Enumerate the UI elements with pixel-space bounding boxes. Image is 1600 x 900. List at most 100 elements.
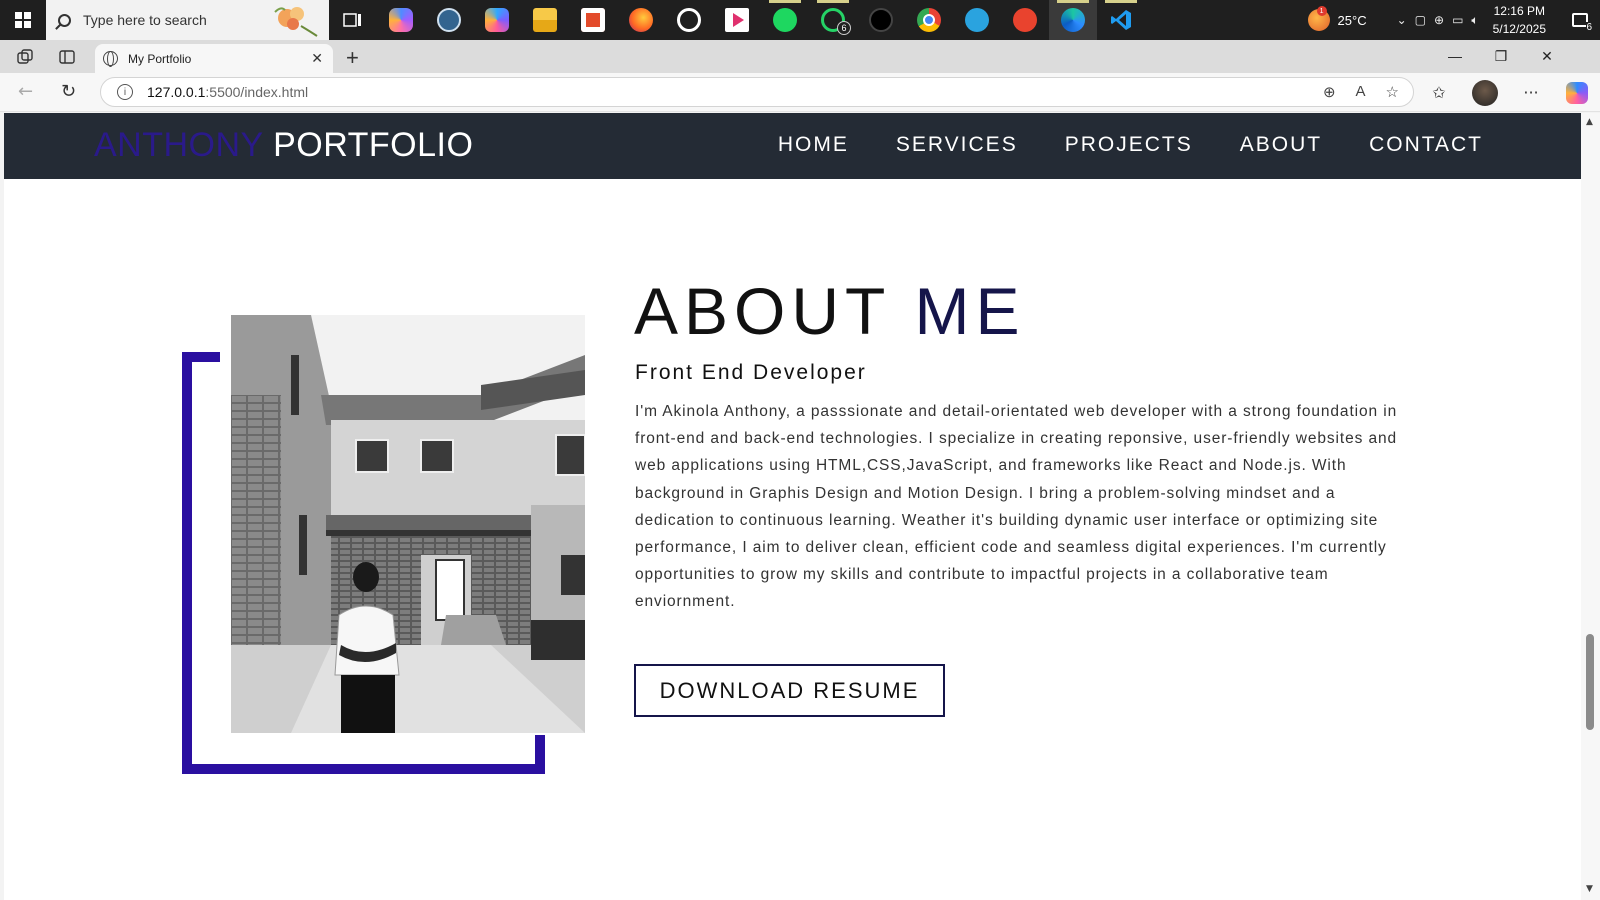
volume-icon[interactable]: 🔈︎ — [1471, 13, 1478, 28]
weather-icon: 1 — [1307, 6, 1330, 31]
taskbar-edge-app[interactable] — [1049, 0, 1097, 40]
clock-time: 12:16 PM — [1493, 4, 1545, 18]
device-icon[interactable]: ▢ — [1415, 13, 1426, 27]
globe-icon — [103, 51, 118, 67]
vscode-icon — [1111, 10, 1131, 30]
url-host: 127.0.0.1 — [147, 84, 206, 100]
refresh-icon[interactable]: ↻ — [61, 81, 76, 102]
browser-tab-active[interactable]: My Portfolio ✕ — [95, 44, 333, 73]
taskbar-whatsapp-app[interactable]: 6 — [809, 0, 857, 40]
new-tab-button[interactable]: + — [346, 45, 359, 71]
tab-actions-icon — [59, 50, 75, 64]
workspaces-button[interactable] — [14, 46, 36, 68]
page-scrollbar[interactable]: ▲ ▼ — [1581, 113, 1600, 900]
taskbar-m365-app[interactable] — [473, 0, 521, 40]
copilot-app-icon — [389, 8, 413, 32]
windows-taskbar: Type here to search 6 1 25°C ⌄ ▢ ⊕ ▭ 🔈︎ … — [0, 0, 1600, 40]
nav-about[interactable]: ABOUT — [1240, 133, 1322, 157]
search-highlight-flowers-icon — [274, 7, 318, 37]
telegram-icon — [965, 8, 989, 32]
logo-second-word: PORTFOLIO — [273, 126, 474, 164]
chevron-up-icon[interactable]: ⌄ — [1397, 13, 1407, 27]
scrollbar-thumb[interactable] — [1586, 634, 1594, 730]
address-bar[interactable]: i 127.0.0.1:5500/index.html ⊕ A ☆ — [100, 77, 1414, 107]
read-aloud-icon[interactable]: A — [1356, 83, 1366, 101]
search-icon — [58, 13, 71, 27]
language-globe-icon[interactable]: ⊕ — [1434, 13, 1444, 27]
url-path: :5500/index.html — [205, 84, 309, 100]
whatsapp-badge: 6 — [837, 21, 851, 35]
scroll-down-arrow-icon[interactable]: ▼ — [1586, 884, 1593, 894]
media-player-icon — [725, 8, 749, 32]
close-window-button[interactable]: ✕ — [1524, 42, 1570, 70]
weather-temperature: 25°C — [1337, 12, 1367, 28]
about-subtitle: Front End Developer — [635, 361, 867, 384]
app-running-indicator — [1105, 0, 1137, 3]
nav-home[interactable]: HOME — [778, 133, 849, 157]
tab-close-icon[interactable]: ✕ — [311, 50, 323, 67]
postgres-icon — [437, 8, 461, 32]
battery-icon[interactable]: ▭ — [1452, 13, 1463, 27]
about-title: ABOUT ME — [634, 273, 1026, 349]
chatgpt-icon — [677, 8, 701, 32]
site-info-icon[interactable]: i — [117, 84, 133, 100]
clock-date: 5/12/2025 — [1492, 22, 1546, 36]
taskbar-spotify-app[interactable] — [761, 0, 809, 40]
app-running-indicator — [1057, 0, 1089, 3]
scroll-up-arrow-icon[interactable]: ▲ — [1586, 117, 1593, 127]
vertical-tabs-button[interactable] — [56, 46, 78, 68]
taskbar-telegram-app[interactable] — [953, 0, 1001, 40]
download-resume-button[interactable]: DOWNLOAD RESUME — [634, 664, 945, 717]
taskbar-chatgpt-app[interactable] — [665, 0, 713, 40]
more-menu-icon[interactable]: ··· — [1508, 83, 1554, 102]
weather-badge: 1 — [1316, 6, 1327, 16]
taskbar-vscode-app[interactable] — [1097, 0, 1145, 40]
nav-contact[interactable]: CONTACT — [1369, 133, 1483, 157]
taskbar-postgres-app[interactable] — [425, 0, 473, 40]
file-explorer-icon — [533, 8, 557, 32]
site-nav-menu: HOME SERVICES PROJECTS ABOUT CONTACT — [778, 133, 1483, 157]
m365-icon — [485, 8, 509, 32]
nav-projects[interactable]: PROJECTS — [1065, 133, 1193, 157]
chrome-icon — [917, 8, 941, 32]
taskbar-chrome-app[interactable] — [905, 0, 953, 40]
system-tray: ⌄ ▢ ⊕ ▭ 🔈︎ — [1397, 13, 1479, 28]
app-running-indicator — [769, 0, 801, 3]
weather-widget[interactable]: 1 25°C — [1307, 6, 1367, 31]
tab-title: My Portfolio — [128, 51, 192, 66]
back-arrow-icon[interactable]: ← — [18, 81, 33, 102]
taskbar-clock[interactable]: 12:16 PM 5/12/2025 — [1493, 2, 1546, 38]
taskbar-ms-store-app[interactable] — [569, 0, 617, 40]
spotify-icon — [773, 8, 797, 32]
taskbar-firefox-app[interactable] — [617, 0, 665, 40]
about-title-first: ABOUT — [634, 274, 891, 348]
profile-avatar[interactable] — [1472, 79, 1498, 106]
taskbar-file-explorer-app[interactable] — [521, 0, 569, 40]
page-viewport: ANTHONY PORTFOLIO HOME SERVICES PROJECTS… — [4, 113, 1581, 900]
restore-button[interactable]: ❐ — [1478, 42, 1524, 70]
browser-toolbar: ← ↻ i 127.0.0.1:5500/index.html ⊕ A ☆ ✩ … — [0, 73, 1600, 112]
tiktok-icon — [869, 8, 893, 32]
start-button[interactable] — [0, 0, 46, 40]
nav-services[interactable]: SERVICES — [896, 133, 1018, 157]
about-title-accent: ME — [914, 274, 1026, 348]
site-logo[interactable]: ANTHONY PORTFOLIO — [94, 126, 473, 165]
minimize-button[interactable]: — — [1432, 42, 1478, 70]
task-view-icon — [343, 13, 361, 27]
about-description: I'm Akinola Anthony, a passsionate and d… — [635, 403, 1398, 611]
browser-tab-strip: My Portfolio ✕ + — ❐ ✕ — [0, 40, 1600, 73]
edge-icon — [1061, 8, 1085, 32]
taskbar-search-box[interactable]: Type here to search — [46, 0, 329, 40]
favorites-icon[interactable]: ✩ — [1416, 83, 1462, 102]
taskbar-wps-office-app[interactable] — [1001, 0, 1049, 40]
taskbar-media-player-app[interactable] — [713, 0, 761, 40]
notification-center-button[interactable]: 6 — [1560, 0, 1600, 40]
zoom-icon[interactable]: ⊕ — [1323, 83, 1336, 101]
favorite-star-icon[interactable]: ☆ — [1386, 83, 1399, 101]
taskbar-copilot-app[interactable] — [377, 0, 425, 40]
task-view-button[interactable] — [329, 0, 377, 40]
taskbar-tiktok-app[interactable] — [857, 0, 905, 40]
site-header: ANTHONY PORTFOLIO HOME SERVICES PROJECTS… — [4, 113, 1581, 179]
copilot-icon[interactable] — [1566, 81, 1588, 104]
notification-count: 6 — [1586, 22, 1592, 33]
